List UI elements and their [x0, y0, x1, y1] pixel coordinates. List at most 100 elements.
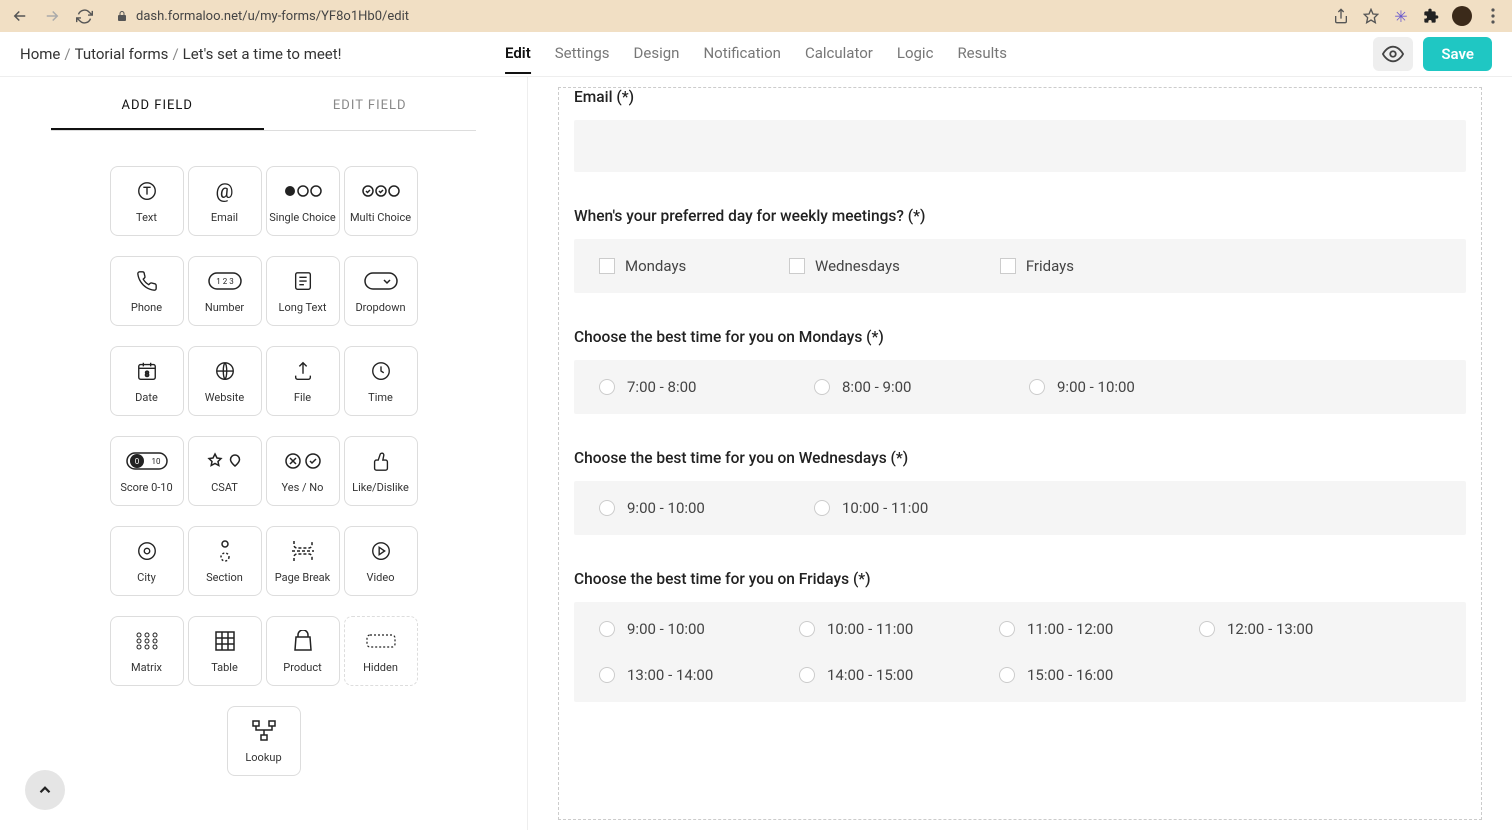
field-video[interactable]: Video	[344, 526, 418, 596]
tab-results[interactable]: Results	[957, 34, 1007, 74]
profile-avatar[interactable]	[1452, 6, 1472, 26]
sidebar-tab-add-field[interactable]: ADD FIELD	[51, 83, 264, 130]
question-label: Choose the best time for you on Fridays …	[574, 570, 1466, 588]
tab-calculator[interactable]: Calculator	[805, 34, 873, 74]
page-break-icon	[290, 539, 316, 563]
save-button[interactable]: Save	[1423, 37, 1492, 71]
field-date[interactable]: 8Date	[110, 346, 184, 416]
radio-fri-1[interactable]: 9:00 - 10:00	[599, 620, 719, 638]
field-lookup[interactable]: Lookup	[227, 706, 301, 776]
app-bar: Home / Tutorial forms / Let's set a time…	[0, 32, 1512, 77]
preview-button[interactable]	[1373, 37, 1413, 71]
field-score[interactable]: 010Score 0-10	[110, 436, 184, 506]
friday-options: 9:00 - 10:00 10:00 - 11:00 11:00 - 12:00…	[574, 602, 1466, 702]
field-product[interactable]: Product	[266, 616, 340, 686]
radio-fri-5[interactable]: 13:00 - 14:00	[599, 666, 719, 684]
question-mondays-time[interactable]: Choose the best time for you on Mondays …	[574, 328, 1466, 414]
field-yesno[interactable]: Yes / No	[266, 436, 340, 506]
breadcrumb-home[interactable]: Home	[20, 45, 60, 63]
field-website[interactable]: Website	[188, 346, 262, 416]
date-icon: 8	[136, 359, 158, 383]
time-icon	[370, 359, 392, 383]
radio-fri-7[interactable]: 15:00 - 16:00	[999, 666, 1119, 684]
radio-fri-4[interactable]: 12:00 - 13:00	[1199, 620, 1319, 638]
eye-icon	[1382, 43, 1404, 65]
radio-icon	[1199, 621, 1215, 637]
tab-edit[interactable]: Edit	[505, 34, 531, 74]
radio-wed-1[interactable]: 9:00 - 10:00	[599, 499, 719, 517]
radio-icon	[1029, 379, 1045, 395]
question-day[interactable]: When's your preferred day for weekly mee…	[574, 207, 1466, 293]
forward-icon[interactable]	[42, 6, 62, 26]
score-icon: 010	[126, 449, 168, 473]
field-dropdown[interactable]: Dropdown	[344, 256, 418, 326]
field-number[interactable]: 1 2 3Number	[188, 256, 262, 326]
tab-settings[interactable]: Settings	[555, 34, 610, 74]
field-city[interactable]: City	[110, 526, 184, 596]
dropdown-icon	[364, 269, 398, 293]
scroll-up-button[interactable]	[25, 770, 65, 810]
radio-icon	[599, 379, 615, 395]
reload-icon[interactable]	[74, 6, 94, 26]
sidebar: ADD FIELD EDIT FIELD Text @Email Single …	[0, 77, 528, 830]
question-wednesdays-time[interactable]: Choose the best time for you on Wednesda…	[574, 449, 1466, 535]
field-single-choice[interactable]: Single Choice	[266, 166, 340, 236]
tab-design[interactable]: Design	[634, 34, 680, 74]
checkbox-icon	[789, 258, 805, 274]
matrix-icon	[136, 629, 158, 653]
radio-icon	[814, 379, 830, 395]
sidebar-tab-edit-field[interactable]: EDIT FIELD	[264, 83, 477, 130]
url-text: dash.formaloo.net/u/my-forms/YF8o1Hb0/ed…	[136, 9, 409, 24]
checkbox-wednesdays[interactable]: Wednesdays	[789, 257, 900, 275]
radio-fri-6[interactable]: 14:00 - 15:00	[799, 666, 919, 684]
radio-mon-3[interactable]: 9:00 - 10:00	[1029, 378, 1149, 396]
field-time[interactable]: Time	[344, 346, 418, 416]
day-options: Mondays Wednesdays Fridays	[574, 239, 1466, 293]
section-icon	[215, 539, 235, 563]
field-table[interactable]: Table	[188, 616, 262, 686]
field-page-break[interactable]: Page Break	[266, 526, 340, 596]
breadcrumb-forms[interactable]: Tutorial forms	[75, 45, 169, 63]
field-text[interactable]: Text	[110, 166, 184, 236]
field-grid: Text @Email Single Choice Multi Choice P…	[51, 166, 476, 686]
radio-mon-1[interactable]: 7:00 - 8:00	[599, 378, 719, 396]
share-icon[interactable]	[1332, 7, 1350, 25]
field-file[interactable]: File	[266, 346, 340, 416]
field-phone[interactable]: Phone	[110, 256, 184, 326]
radio-icon	[599, 667, 615, 683]
extension-1-icon[interactable]: ✳	[1392, 7, 1410, 25]
phone-icon	[136, 269, 158, 293]
field-matrix[interactable]: Matrix	[110, 616, 184, 686]
svg-text:1 2 3: 1 2 3	[216, 277, 233, 286]
radio-wed-2[interactable]: 10:00 - 11:00	[814, 499, 934, 517]
checkbox-mondays[interactable]: Mondays	[599, 257, 689, 275]
radio-mon-2[interactable]: 8:00 - 9:00	[814, 378, 934, 396]
question-email[interactable]: Email (*)	[574, 88, 1466, 172]
radio-icon	[999, 667, 1015, 683]
file-icon	[292, 359, 314, 383]
star-icon[interactable]	[1362, 7, 1380, 25]
field-email[interactable]: @Email	[188, 166, 262, 236]
field-csat[interactable]: CSAT	[188, 436, 262, 506]
field-long-text[interactable]: Long Text	[266, 256, 340, 326]
radio-fri-2[interactable]: 10:00 - 11:00	[799, 620, 919, 638]
kebab-menu-icon[interactable]	[1484, 7, 1502, 25]
question-fridays-time[interactable]: Choose the best time for you on Fridays …	[574, 570, 1466, 702]
radio-icon	[814, 500, 830, 516]
field-hidden[interactable]: Hidden	[344, 616, 418, 686]
tab-notification[interactable]: Notification	[703, 34, 781, 74]
form-canvas[interactable]: Email (*) When's your preferred day for …	[528, 77, 1512, 830]
extension-puzzle-icon[interactable]	[1422, 7, 1440, 25]
field-section[interactable]: Section	[188, 526, 262, 596]
tab-logic[interactable]: Logic	[897, 34, 934, 74]
url-bar[interactable]: dash.formaloo.net/u/my-forms/YF8o1Hb0/ed…	[106, 4, 1320, 28]
checkbox-fridays[interactable]: Fridays	[1000, 257, 1090, 275]
field-like[interactable]: Like/Dislike	[344, 436, 418, 506]
number-icon: 1 2 3	[208, 269, 242, 293]
field-multi-choice[interactable]: Multi Choice	[344, 166, 418, 236]
table-icon	[215, 629, 235, 653]
radio-fri-3[interactable]: 11:00 - 12:00	[999, 620, 1119, 638]
sidebar-tabs: ADD FIELD EDIT FIELD	[51, 83, 476, 131]
csat-icon	[205, 449, 245, 473]
back-icon[interactable]	[10, 6, 30, 26]
